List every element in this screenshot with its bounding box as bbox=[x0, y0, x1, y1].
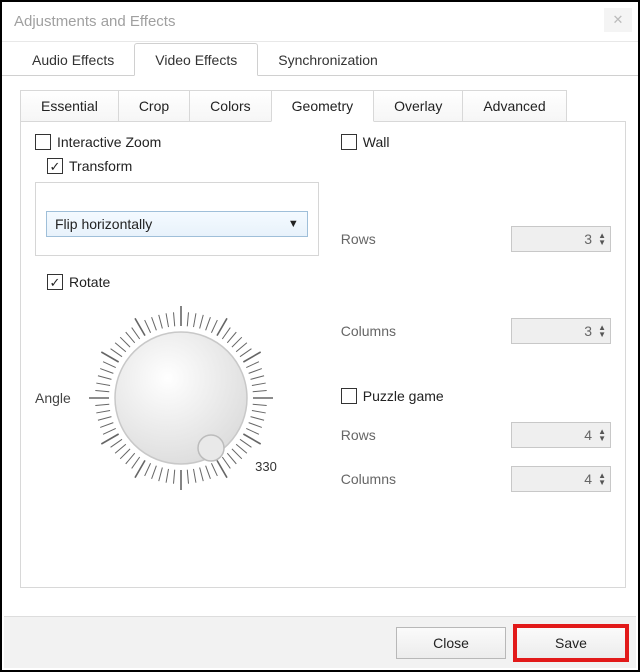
subtab-colors[interactable]: Colors bbox=[189, 90, 271, 121]
transform-label: Transform bbox=[69, 158, 132, 174]
tab-synchronization[interactable]: Synchronization bbox=[258, 44, 398, 75]
wall-rows-row: Rows 3 ▲▼ bbox=[341, 226, 611, 252]
dial-icon bbox=[81, 298, 281, 498]
wall-cols-row: Columns 3 ▲▼ bbox=[341, 318, 611, 344]
puzzle-cols-spinner[interactable]: 4 ▲▼ bbox=[511, 466, 611, 492]
subtab-overlay[interactable]: Overlay bbox=[373, 90, 463, 121]
rotate-label: Rotate bbox=[69, 274, 110, 290]
subtab-geometry[interactable]: Geometry bbox=[271, 90, 374, 122]
puzzle-cols-label: Columns bbox=[341, 471, 396, 487]
subtab-crop[interactable]: Crop bbox=[118, 90, 190, 121]
puzzle-cols-row: Columns 4 ▲▼ bbox=[341, 466, 611, 492]
angle-label: Angle bbox=[35, 390, 71, 406]
angle-tick-label: 330 bbox=[255, 459, 277, 474]
puzzle-label: Puzzle game bbox=[363, 388, 444, 404]
title-bar: Adjustments and Effects ✕ bbox=[2, 2, 638, 42]
checkbox-icon: ✓ bbox=[47, 274, 63, 290]
right-column: Wall Rows 3 ▲▼ Columns 3 ▲▼ bbox=[341, 134, 611, 569]
transform-selected-value: Flip horizontally bbox=[55, 216, 152, 232]
puzzle-rows-spinner[interactable]: 4 ▲▼ bbox=[511, 422, 611, 448]
spinner-arrows-icon: ▲▼ bbox=[598, 232, 606, 246]
interactive-zoom-label: Interactive Zoom bbox=[57, 134, 161, 150]
tab-video-effects[interactable]: Video Effects bbox=[134, 43, 258, 76]
rotate-group: Angle 330 bbox=[35, 298, 319, 498]
wall-section: Wall Rows 3 ▲▼ Columns 3 ▲▼ bbox=[341, 134, 611, 344]
angle-dial[interactable]: 330 bbox=[81, 298, 281, 498]
chevron-down-icon: ▼ bbox=[288, 218, 299, 230]
wall-rows-label: Rows bbox=[341, 231, 376, 247]
transform-group: Flip horizontally ▼ bbox=[35, 182, 319, 256]
checkbox-icon bbox=[35, 134, 51, 150]
window-close-button[interactable]: ✕ bbox=[604, 8, 632, 32]
wall-cols-label: Columns bbox=[341, 323, 396, 339]
window-title: Adjustments and Effects bbox=[14, 13, 175, 30]
wall-rows-spinner[interactable]: 3 ▲▼ bbox=[511, 226, 611, 252]
tab-audio-effects[interactable]: Audio Effects bbox=[12, 44, 134, 75]
checkbox-icon bbox=[341, 134, 357, 150]
puzzle-rows-row: Rows 4 ▲▼ bbox=[341, 422, 611, 448]
puzzle-rows-value: 4 bbox=[584, 427, 592, 443]
transform-checkbox[interactable]: ✓ Transform bbox=[47, 158, 319, 174]
subtab-advanced[interactable]: Advanced bbox=[462, 90, 566, 121]
checkbox-icon bbox=[341, 388, 357, 404]
subtab-essential[interactable]: Essential bbox=[20, 90, 119, 121]
content-area: Essential Crop Colors Geometry Overlay A… bbox=[2, 76, 638, 596]
save-button[interactable]: Save bbox=[516, 627, 626, 659]
puzzle-checkbox[interactable]: Puzzle game bbox=[341, 388, 611, 404]
transform-select[interactable]: Flip horizontally ▼ bbox=[46, 211, 308, 237]
close-icon: ✕ bbox=[613, 12, 624, 28]
sub-tab-bar: Essential Crop Colors Geometry Overlay A… bbox=[20, 90, 626, 122]
checkbox-icon: ✓ bbox=[47, 158, 63, 174]
left-column: Interactive Zoom ✓ Transform Flip horizo… bbox=[35, 134, 319, 569]
wall-label: Wall bbox=[363, 134, 390, 150]
spinner-arrows-icon: ▲▼ bbox=[598, 324, 606, 338]
puzzle-rows-label: Rows bbox=[341, 427, 376, 443]
interactive-zoom-checkbox[interactable]: Interactive Zoom bbox=[35, 134, 319, 150]
footer-bar: Close Save bbox=[4, 616, 636, 668]
rotate-checkbox[interactable]: ✓ Rotate bbox=[47, 274, 319, 290]
wall-cols-spinner[interactable]: 3 ▲▼ bbox=[511, 318, 611, 344]
spinner-arrows-icon: ▲▼ bbox=[598, 472, 606, 486]
wall-cols-value: 3 bbox=[584, 323, 592, 339]
geometry-panel: Interactive Zoom ✓ Transform Flip horizo… bbox=[20, 122, 626, 588]
spinner-arrows-icon: ▲▼ bbox=[598, 428, 606, 442]
wall-checkbox[interactable]: Wall bbox=[341, 134, 611, 150]
puzzle-section: Puzzle game Rows 4 ▲▼ Columns 4 ▲▼ bbox=[341, 388, 611, 492]
puzzle-cols-value: 4 bbox=[584, 471, 592, 487]
close-button[interactable]: Close bbox=[396, 627, 506, 659]
top-tab-bar: Audio Effects Video Effects Synchronizat… bbox=[2, 42, 638, 76]
wall-rows-value: 3 bbox=[584, 231, 592, 247]
